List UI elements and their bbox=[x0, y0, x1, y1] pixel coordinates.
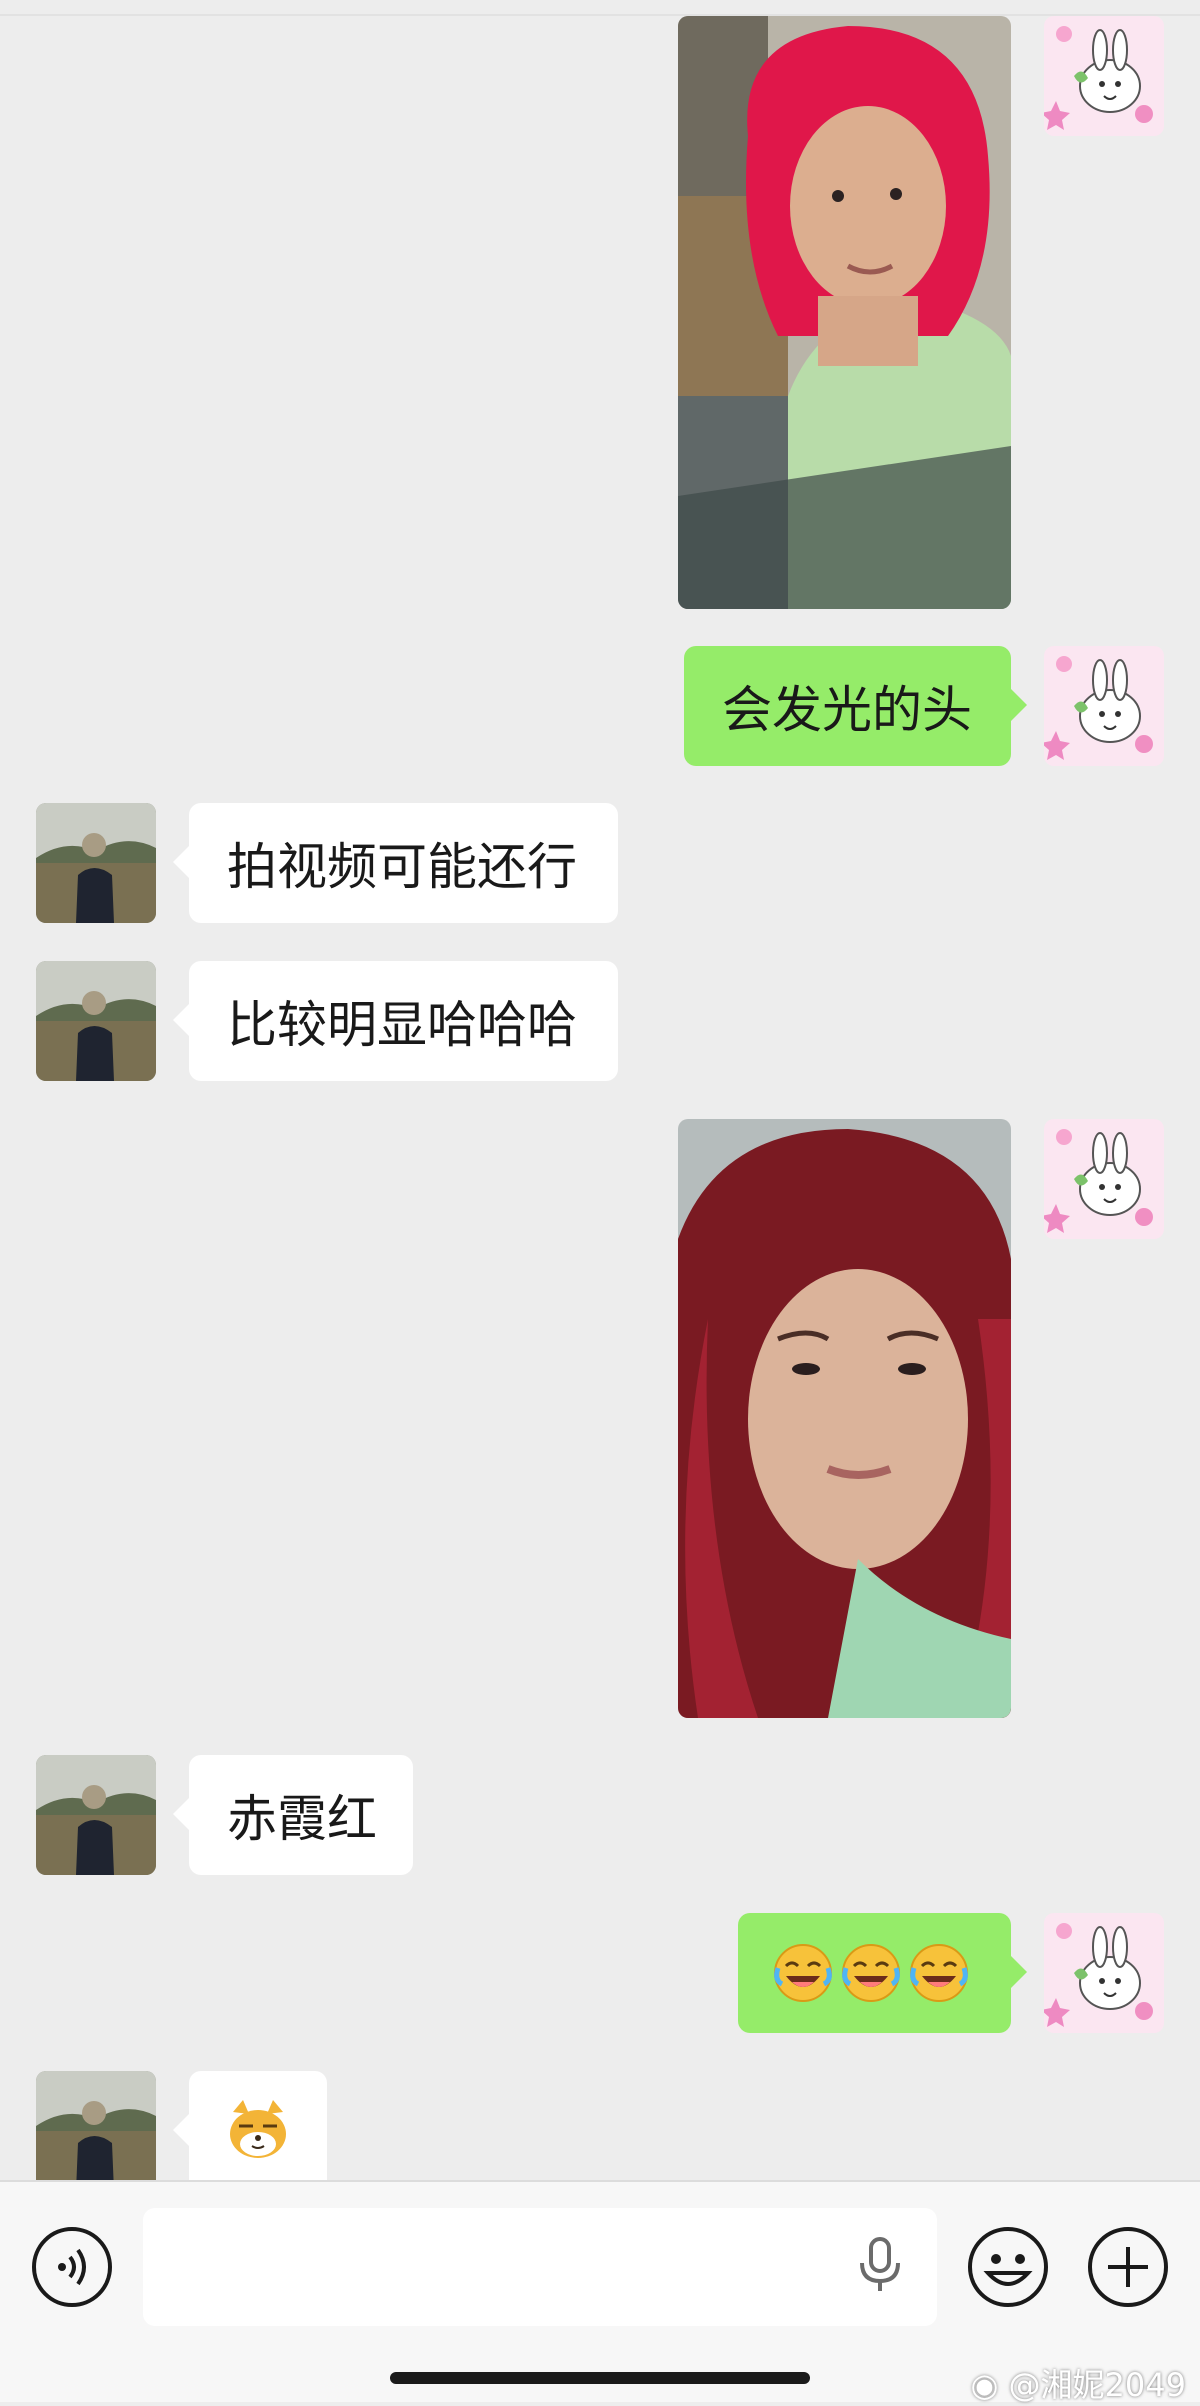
contact-avatar[interactable] bbox=[36, 2071, 156, 2180]
laughing-face-icon bbox=[840, 1942, 902, 2004]
message-text: 会发光的头 bbox=[722, 681, 972, 739]
doge-cat-icon bbox=[230, 2100, 286, 2158]
home-indicator[interactable] bbox=[390, 2372, 810, 2384]
my-avatar[interactable] bbox=[1044, 16, 1164, 136]
emoji-icon[interactable] bbox=[966, 2225, 1050, 2309]
divider bbox=[0, 14, 1200, 16]
my-avatar[interactable] bbox=[1044, 1913, 1164, 2033]
add-icon[interactable] bbox=[1086, 2225, 1170, 2309]
message-text: 赤霞红 bbox=[227, 1790, 377, 1848]
contact-avatar[interactable] bbox=[36, 1755, 156, 1875]
sent-message-bubble[interactable]: 会发光的头 bbox=[684, 646, 1027, 766]
received-message-bubble[interactable]: 比较明显哈哈哈 bbox=[173, 961, 618, 1081]
sent-photo-2[interactable] bbox=[678, 1119, 1011, 1718]
received-message-bubble[interactable]: 拍视频可能还行 bbox=[173, 803, 618, 923]
voice-icon[interactable] bbox=[30, 2225, 114, 2309]
message-text: 拍视频可能还行 bbox=[227, 838, 577, 896]
my-avatar[interactable] bbox=[1044, 646, 1164, 766]
message-input[interactable] bbox=[143, 2208, 937, 2326]
contact-avatar[interactable] bbox=[36, 803, 156, 923]
watermark-text: @湘妮2049 bbox=[1008, 2366, 1186, 2404]
received-sticker-bubble[interactable] bbox=[173, 2071, 327, 2180]
laughing-face-icon bbox=[772, 1942, 834, 2004]
received-message-bubble[interactable]: 赤霞红 bbox=[173, 1755, 413, 1875]
my-avatar[interactable] bbox=[1044, 1119, 1164, 1239]
chat-message-list[interactable]: 会发光的头 拍视频可能还行 比较明显哈哈哈 赤霞红 bbox=[0, 0, 1200, 2180]
message-text: 比较明显哈哈哈 bbox=[227, 996, 577, 1054]
microphone-icon[interactable] bbox=[840, 2225, 920, 2305]
sent-emoji-bubble[interactable] bbox=[738, 1913, 1027, 2033]
laughing-face-icon bbox=[908, 1942, 970, 2004]
watermark: ◉ @湘妮2049 bbox=[970, 2360, 1186, 2406]
sent-photo-1[interactable] bbox=[678, 16, 1011, 609]
contact-avatar[interactable] bbox=[36, 961, 156, 1081]
weibo-icon: ◉ bbox=[970, 2366, 999, 2404]
